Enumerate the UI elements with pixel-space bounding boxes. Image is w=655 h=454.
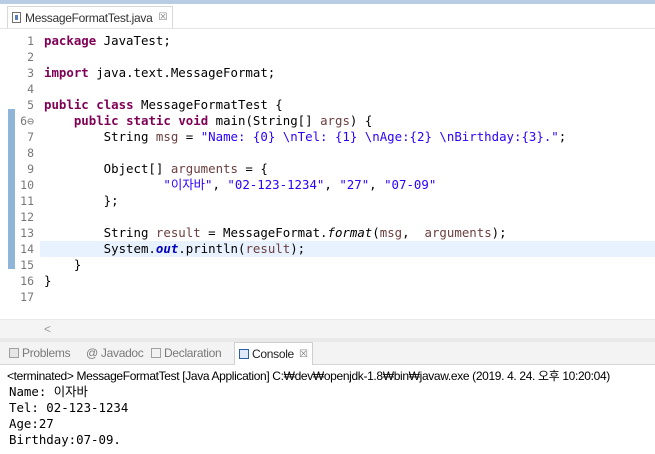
code-line[interactable]: 7 String msg = "Name: {0} \nTel: {1} \nA… bbox=[0, 129, 655, 145]
code-text: String msg = "Name: {0} \nTel: {1} \nAge… bbox=[44, 129, 567, 144]
line-number: 16 bbox=[20, 274, 34, 288]
view-tab-bar: Problems @ Javadoc Declaration Console ☒ bbox=[0, 342, 655, 365]
code-text: } bbox=[44, 257, 82, 272]
tab-javadoc-label: @ Javadoc bbox=[86, 346, 144, 360]
code-line[interactable]: 4 bbox=[0, 81, 655, 97]
line-number: 15 bbox=[20, 258, 34, 272]
code-text: String result = MessageFormat.format(msg… bbox=[44, 225, 507, 240]
line-number: 14 bbox=[20, 242, 34, 256]
scroll-left-icon[interactable]: < bbox=[44, 320, 51, 338]
code-text: import java.text.MessageFormat; bbox=[44, 65, 276, 80]
code-line[interactable]: 9 Object[] arguments = { bbox=[0, 161, 655, 177]
line-number: 5 bbox=[27, 98, 34, 112]
console-output-area[interactable]: <terminated> MessageFormatTest [Java App… bbox=[0, 365, 655, 454]
line-number: 2 bbox=[27, 50, 34, 64]
code-line[interactable]: 1 package JavaTest; bbox=[0, 33, 655, 49]
code-line[interactable]: 10 "이자바", "02-123-1234", "27", "07-09" bbox=[0, 177, 655, 193]
java-editor: MessageFormatTest.java ☒ 1 package JavaTe… bbox=[0, 0, 655, 338]
console-icon bbox=[239, 349, 249, 359]
editor-tab-messageformattest[interactable]: MessageFormatTest.java ☒ bbox=[7, 6, 174, 28]
tab-declaration-label: Declaration bbox=[164, 346, 222, 360]
line-number: 9 bbox=[27, 162, 34, 176]
java-file-icon bbox=[12, 12, 21, 23]
line-number: 17 bbox=[20, 290, 34, 304]
console-output-line: Birthday:07-09. bbox=[9, 432, 121, 447]
code-text: public static void main(String[] args) { bbox=[73, 113, 373, 128]
line-number: 8 bbox=[27, 146, 34, 160]
tab-problems[interactable]: Problems bbox=[9, 342, 71, 364]
line-number: 13 bbox=[20, 226, 34, 240]
line-number: 1 bbox=[27, 34, 34, 48]
declaration-icon bbox=[151, 348, 161, 358]
code-line[interactable]: 3 import java.text.MessageFormat; bbox=[0, 65, 655, 81]
console-output-line: Name: 이자바 bbox=[9, 384, 88, 399]
code-line[interactable]: 12 bbox=[0, 209, 655, 225]
code-line[interactable]: 16} bbox=[0, 273, 655, 289]
editor-tab-bar: MessageFormatTest.java ☒ bbox=[0, 4, 655, 29]
console-status-header: <terminated> MessageFormatTest [Java App… bbox=[7, 369, 610, 383]
tab-problems-label: Problems bbox=[22, 346, 71, 360]
code-text: package JavaTest; bbox=[44, 33, 171, 48]
code-line[interactable]: 15 } bbox=[0, 257, 655, 273]
code-line[interactable]: 14 System.out.println(result); bbox=[0, 241, 655, 257]
code-text: } bbox=[44, 273, 52, 288]
horizontal-scrollbar[interactable]: < bbox=[0, 319, 655, 338]
code-line[interactable]: 5 public class MessageFormatTest { bbox=[0, 97, 655, 113]
code-area[interactable]: 1 package JavaTest; 2 3 import java.text.Mes… bbox=[0, 29, 655, 319]
line-number: 10 bbox=[20, 178, 34, 192]
editor-tab-label: MessageFormatTest.java bbox=[25, 10, 153, 25]
close-console-icon[interactable]: ☒ bbox=[299, 349, 308, 360]
code-line[interactable]: 13 String result = MessageFormat.format(… bbox=[0, 225, 655, 241]
close-tab-icon[interactable]: ☒ bbox=[158, 12, 167, 23]
line-number: 11 bbox=[20, 194, 34, 208]
line-number: 7 bbox=[27, 130, 34, 144]
line-number: 6⊖ bbox=[20, 114, 34, 128]
tab-console[interactable]: Console ☒ bbox=[234, 342, 313, 365]
tab-console-label: Console bbox=[252, 347, 294, 361]
line-number: 3 bbox=[27, 66, 34, 80]
code-text: "이자바", "02-123-1234", "27", "07-09" bbox=[163, 177, 437, 192]
code-line[interactable]: 11 }; bbox=[0, 193, 655, 209]
code-text: Object[] arguments = { bbox=[44, 161, 268, 176]
problems-icon bbox=[9, 348, 19, 358]
code-text: System.out.println(result); bbox=[44, 241, 306, 256]
console-output-line: Tel: 02-123-1234 bbox=[9, 400, 129, 415]
line-number: 12 bbox=[20, 210, 34, 224]
tab-declaration[interactable]: Declaration bbox=[151, 342, 222, 364]
code-line[interactable]: 6⊖ public static void main(String[] args… bbox=[0, 113, 655, 129]
code-text: }; bbox=[44, 193, 119, 208]
code-line[interactable]: 8 bbox=[0, 145, 655, 161]
code-text: public class MessageFormatTest { bbox=[44, 97, 283, 112]
console-output-line: Age:27 bbox=[9, 416, 54, 431]
code-line[interactable]: 2 bbox=[0, 49, 655, 65]
code-line[interactable]: 17 bbox=[0, 289, 655, 305]
line-number: 4 bbox=[27, 82, 34, 96]
tab-javadoc[interactable]: @ Javadoc bbox=[86, 342, 144, 364]
